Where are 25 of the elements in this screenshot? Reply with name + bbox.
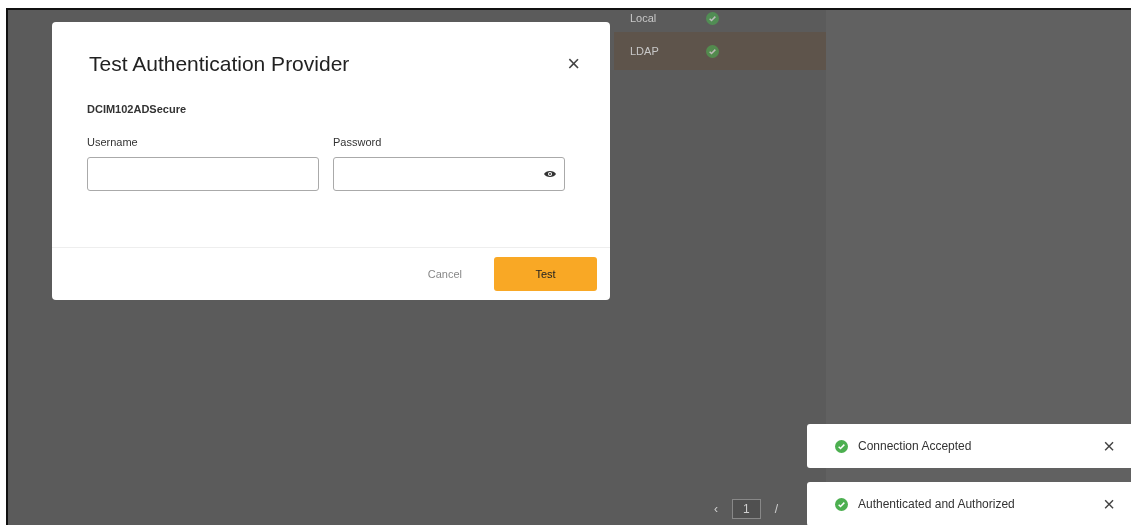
check-circle-icon: [706, 11, 719, 25]
test-button[interactable]: Test: [494, 257, 597, 291]
provider-name: Local: [630, 12, 658, 24]
provider-name: LDAP: [630, 45, 660, 57]
page-field[interactable]: 1: [732, 499, 761, 519]
field-label: Password: [333, 136, 383, 148]
table-row[interactable]: Local: [614, 10, 826, 26]
check-circle-icon: [835, 439, 848, 453]
input-field[interactable]: [333, 157, 565, 191]
table-row[interactable]: LDAP: [614, 32, 826, 70]
page-separator: /: [774, 502, 779, 516]
toast-message: Authenticated and Authorized: [858, 497, 1016, 511]
close-button[interactable]: ×: [567, 53, 580, 75]
provider-name: DCIM102ADSecure: [86, 102, 188, 115]
dialog-title: Test Authentication Provider: [89, 52, 350, 76]
input-field[interactable]: [87, 157, 319, 191]
check-circle-icon: [835, 497, 848, 511]
field-label: Username: [87, 136, 139, 148]
eye-icon[interactable]: [544, 169, 556, 179]
cancel-button[interactable]: Cancel: [421, 267, 468, 281]
check-circle-icon: [706, 44, 719, 58]
previous-page-button[interactable]: ‹: [714, 502, 718, 516]
toast-message: Connection Accepted: [858, 439, 973, 453]
close-button[interactable]: ×: [1103, 494, 1115, 514]
close-button[interactable]: ×: [1103, 436, 1115, 456]
